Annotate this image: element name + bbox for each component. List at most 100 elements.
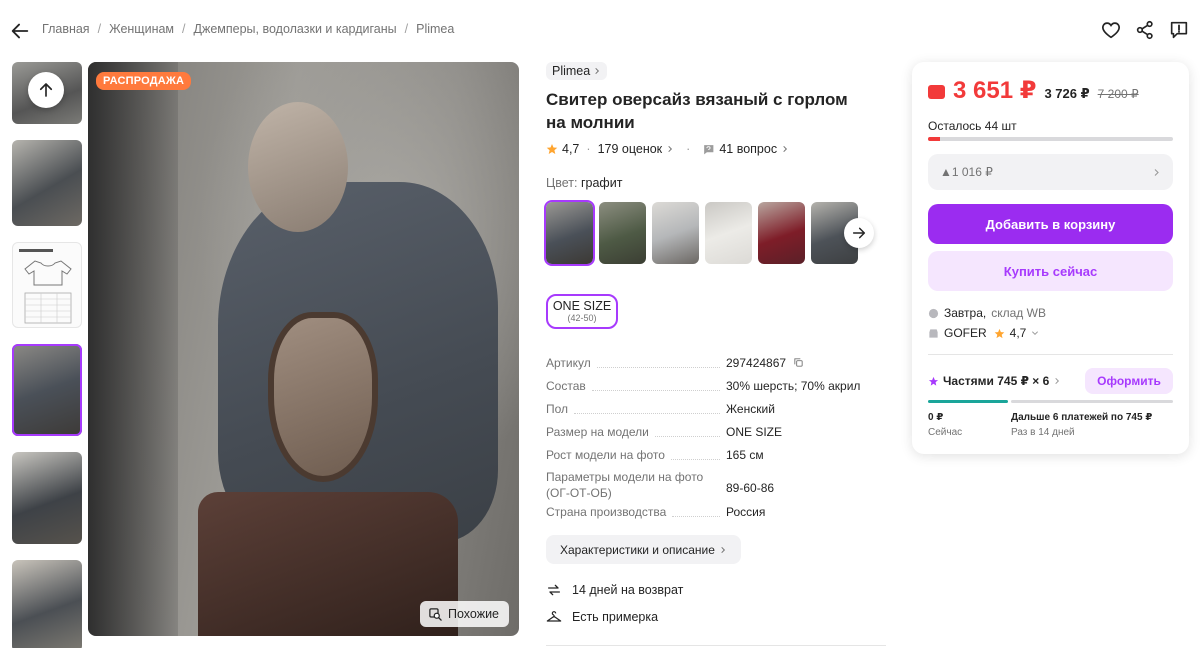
payment-later-label: Раз в 14 дней — [1011, 427, 1075, 438]
seller-info[interactable]: GOFER 4,7 — [928, 326, 1039, 340]
spec-row: Пол Женский — [546, 398, 886, 421]
installment-icon — [928, 376, 939, 386]
order-installments-button[interactable]: Оформить — [1085, 368, 1173, 394]
breadcrumb-item-category[interactable]: Джемперы, водолазки и кардиганы — [194, 22, 397, 36]
sale-badge: РАСПРОДАЖА — [96, 72, 192, 90]
chevron-down-icon — [1032, 331, 1039, 336]
spec-value: Женский — [726, 402, 775, 416]
stock-bar-fill — [928, 137, 941, 141]
top-actions — [1100, 19, 1190, 41]
chevron-right-icon — [1055, 377, 1060, 385]
separator-dot: · — [586, 142, 591, 156]
installments-text: Частями 745 ₽ × 6 — [943, 374, 1050, 388]
color-label: Цвет: графит — [546, 176, 886, 190]
payment-later-amount: Дальше 6 платежей по 745 ₽ — [1011, 412, 1153, 423]
star-icon — [994, 328, 1004, 338]
spec-value: Россия — [726, 505, 766, 519]
spec-row: Рост модели на фото 165 см — [546, 444, 886, 467]
separator-dot: · — [686, 142, 691, 156]
report-icon[interactable] — [1168, 19, 1190, 41]
spec-value: ONE SIZE — [726, 425, 783, 439]
similar-label: Похожие — [447, 607, 499, 621]
spec-row: Состав 30% шерсть; 70% акрил — [546, 375, 886, 398]
wallet-icon — [928, 85, 945, 99]
chevron-right-icon — [668, 145, 673, 153]
stock-text: Осталось 44 шт — [928, 119, 1017, 133]
color-swatch[interactable] — [758, 202, 805, 264]
discount-text: ▲1 016 ₽ — [940, 165, 993, 179]
brand-link[interactable]: Plimea — [546, 62, 608, 80]
thumbnail[interactable] — [12, 560, 82, 648]
product-title: Свитер оверсайз вязаный с горлом на молн… — [546, 90, 848, 132]
return-icon — [548, 584, 560, 596]
product-photo[interactable]: РАСПРОДАЖА Похожие — [88, 62, 519, 636]
breadcrumb-item-women[interactable]: Женщинам — [109, 22, 174, 36]
add-to-cart-button[interactable]: Добавить в корзину — [928, 204, 1173, 244]
discount-box[interactable]: ▲1 016 ₽ — [928, 154, 1173, 190]
perk-returns: 14 дней на возврат — [546, 582, 683, 598]
breadcrumb-separator: / — [97, 22, 102, 36]
swatches-next-button[interactable] — [844, 218, 874, 248]
breadcrumb-separator: / — [182, 22, 186, 36]
breadcrumb-item-brand[interactable]: Plimea — [416, 22, 454, 36]
chevron-right-icon — [721, 546, 725, 553]
spec-key: Состав — [546, 375, 592, 398]
chevron-right-icon — [783, 145, 788, 153]
spec-value: 89-60-86 — [726, 481, 775, 495]
color-swatch-selected[interactable] — [544, 200, 595, 266]
questions-link[interactable]: 41 вопрос — [719, 142, 777, 156]
color-swatch[interactable] — [652, 202, 699, 264]
spec-key: Параметры модели на фото — [546, 469, 726, 485]
size-option-selected[interactable]: ONE SIZE (42-50) — [546, 294, 618, 329]
buy-now-button[interactable]: Купить сейчас — [928, 251, 1173, 291]
color-value: графит — [580, 176, 623, 190]
article-number: 297424867 — [726, 356, 787, 370]
thumbnail[interactable] — [12, 140, 82, 226]
size-label: ONE SIZE — [552, 299, 612, 313]
delivery-day: Завтра, — [944, 306, 987, 320]
color-label-text: Цвет: — [546, 176, 578, 190]
shop-icon — [929, 328, 938, 338]
size-range: (42-50) — [567, 313, 597, 323]
scroll-up-button[interactable] — [28, 72, 64, 108]
thumbnail[interactable] — [12, 452, 82, 544]
hanger-icon — [546, 611, 562, 622]
reviews-link[interactable]: 179 оценок — [598, 142, 663, 156]
arrow-left-icon[interactable] — [9, 20, 31, 42]
seller-name: GOFER — [944, 326, 987, 340]
product-info: Plimea Свитер оверсайз вязаный с горлом … — [544, 62, 886, 329]
color-swatch[interactable] — [599, 202, 646, 264]
price-row: 3 651 ₽ 3 726 ₽ 7 200 ₽ — [928, 76, 1139, 105]
star-icon — [546, 144, 558, 154]
breadcrumb-item-home[interactable]: Главная — [42, 22, 90, 36]
share-icon[interactable] — [1134, 19, 1156, 41]
similar-button[interactable]: Похожие — [419, 601, 509, 627]
payment-now: 0 ₽ Сейчас — [928, 412, 962, 438]
installments-info[interactable]: Частями 745 ₽ × 6 — [928, 374, 1061, 388]
stock-bar — [928, 137, 1173, 141]
question-icon — [703, 144, 714, 154]
divider — [928, 354, 1173, 355]
spec-value: 30% шерсть; 70% акрил — [726, 379, 861, 393]
spec-row: Артикул 297424867 — [546, 352, 886, 375]
brand-name: Plimea — [552, 64, 591, 78]
specs-table: Артикул 297424867 Состав 30% шерсть; 70%… — [546, 352, 886, 524]
color-swatch[interactable] — [705, 202, 752, 264]
thumbnail-size-chart[interactable] — [12, 242, 82, 328]
heart-icon[interactable] — [1100, 19, 1122, 41]
perk-fitting: Есть примерка — [546, 609, 658, 625]
thumbnail-selected[interactable] — [12, 344, 82, 436]
spec-key: Пол — [546, 398, 575, 421]
spec-key: Размер на модели — [546, 421, 655, 444]
chevron-right-icon — [1154, 168, 1159, 176]
copy-icon[interactable] — [793, 357, 804, 368]
characteristics-label: Характеристики и описание — [560, 542, 715, 557]
price-card: 3 651 ₽ 3 726 ₽ 7 200 ₽ Осталось 44 шт ▲… — [912, 62, 1189, 454]
characteristics-button[interactable]: Характеристики и описание — [546, 535, 741, 564]
chevron-right-icon — [595, 67, 600, 75]
payment-later: Дальше 6 платежей по 745 ₽ Раз в 14 дней — [1011, 412, 1152, 438]
price-current: 3 651 ₽ — [953, 77, 1037, 104]
rating-row: 4,7 · 179 оценок · 41 вопрос — [546, 142, 886, 156]
spec-value: 297424867 — [726, 352, 804, 375]
photo-bag — [268, 312, 378, 482]
